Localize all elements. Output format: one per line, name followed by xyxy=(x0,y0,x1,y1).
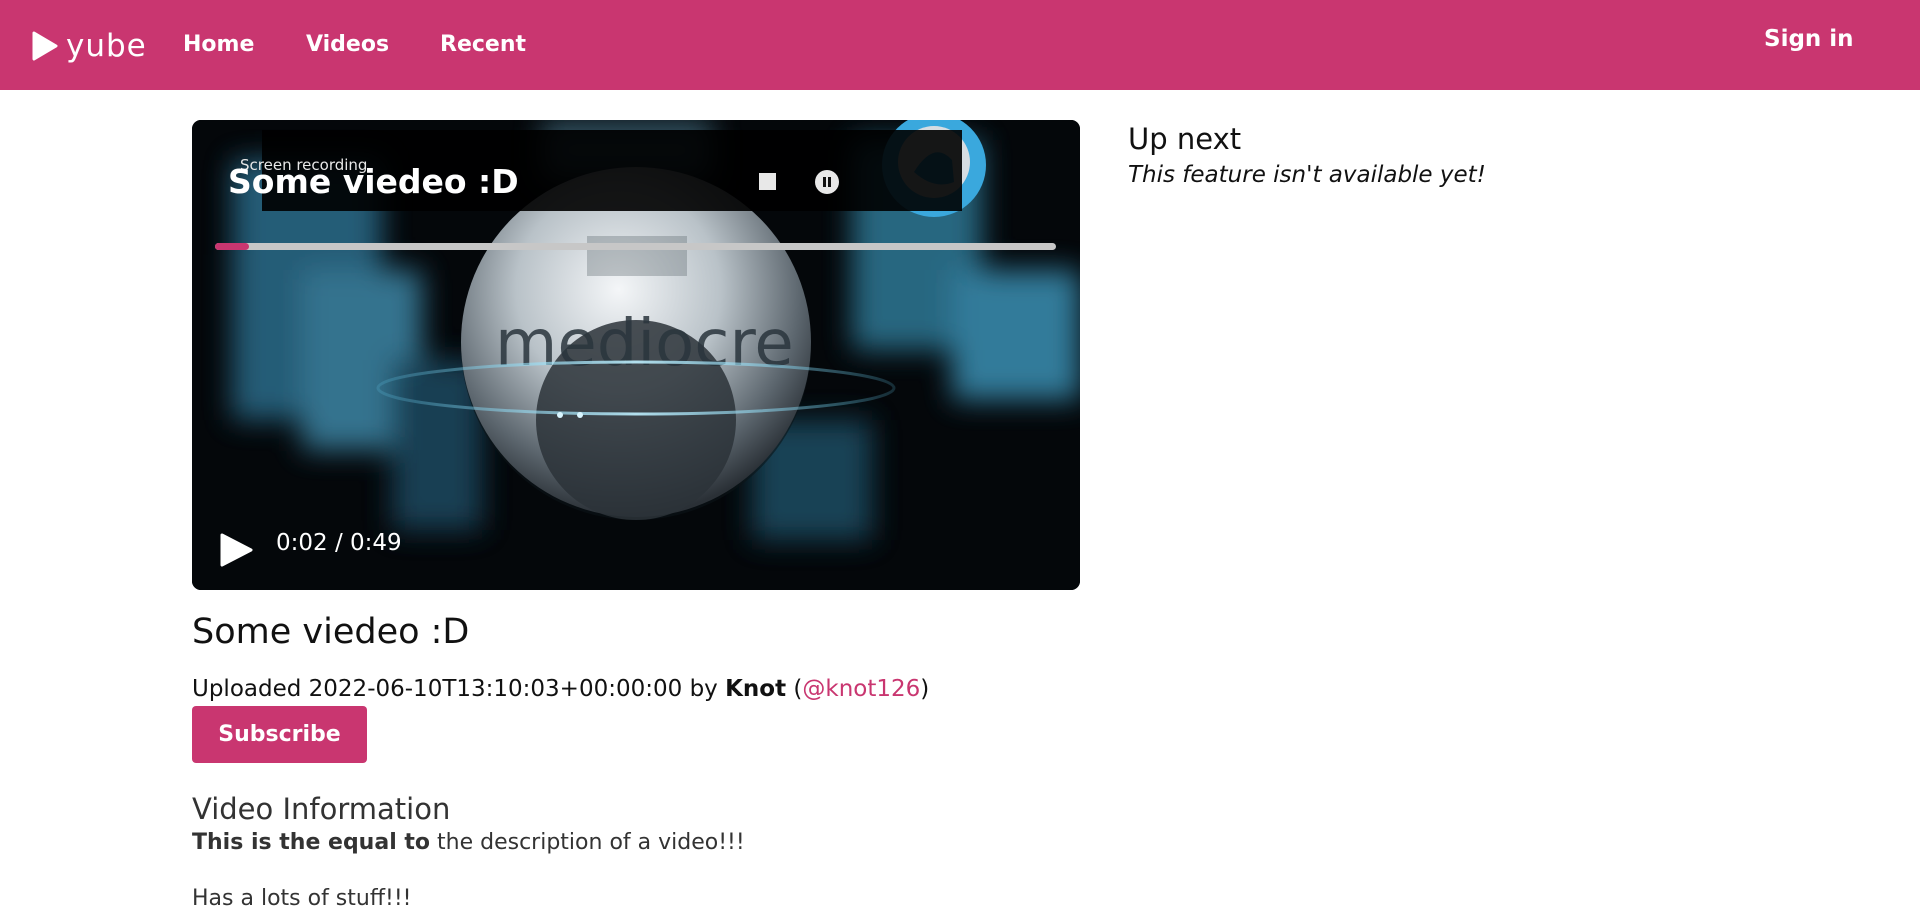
description-bold: This is the equal to xyxy=(192,830,431,855)
nav-videos[interactable]: Videos xyxy=(306,32,389,57)
top-navbar: yube Home Videos Recent Sign in xyxy=(0,0,1920,90)
stop-icon[interactable] xyxy=(759,173,776,190)
progress-bar[interactable] xyxy=(215,243,1056,250)
up-next-heading: Up next xyxy=(1128,122,1242,156)
upload-info: Uploaded 2022-06-10T13:10:03+00:00:00 by… xyxy=(192,676,929,702)
description-rest: the description of a video!!! xyxy=(437,830,745,855)
description-line-1: This is the equal to the description of … xyxy=(192,830,745,855)
scene-text: mediocre xyxy=(495,307,794,381)
time-display: 0:02 / 0:49 xyxy=(276,530,402,556)
author-name: Knot xyxy=(725,676,787,702)
video-player[interactable]: mediocre Screen recording Some viedeo :D… xyxy=(192,120,1080,590)
author-handle-link[interactable]: @knot126 xyxy=(802,676,920,702)
video-title: Some viedeo :D xyxy=(192,612,470,652)
nav-recent[interactable]: Recent xyxy=(440,32,526,57)
site-logo[interactable]: yube xyxy=(30,28,147,64)
upload-timestamp: 2022-06-10T13:10:03+00:00:00 xyxy=(308,676,683,702)
pause-icon[interactable] xyxy=(815,170,839,194)
by-label: by xyxy=(689,676,718,702)
logo-text: yube xyxy=(66,28,147,64)
play-logo-icon xyxy=(32,31,58,61)
up-next-message: This feature isn't available yet! xyxy=(1128,162,1486,188)
description-line-2: Has a lots of stuff!!! xyxy=(192,886,412,911)
uploaded-label: Uploaded xyxy=(192,676,302,702)
overlay-video-title: Some viedeo :D xyxy=(228,162,519,201)
subscribe-button[interactable]: Subscribe xyxy=(192,706,367,763)
nav-home[interactable]: Home xyxy=(183,32,254,57)
sign-in-link[interactable]: Sign in xyxy=(1764,26,1854,52)
progress-fill xyxy=(215,243,249,250)
video-info-heading: Video Information xyxy=(192,792,451,826)
play-icon[interactable] xyxy=(216,530,256,570)
handle-close-paren: ) xyxy=(920,676,930,702)
